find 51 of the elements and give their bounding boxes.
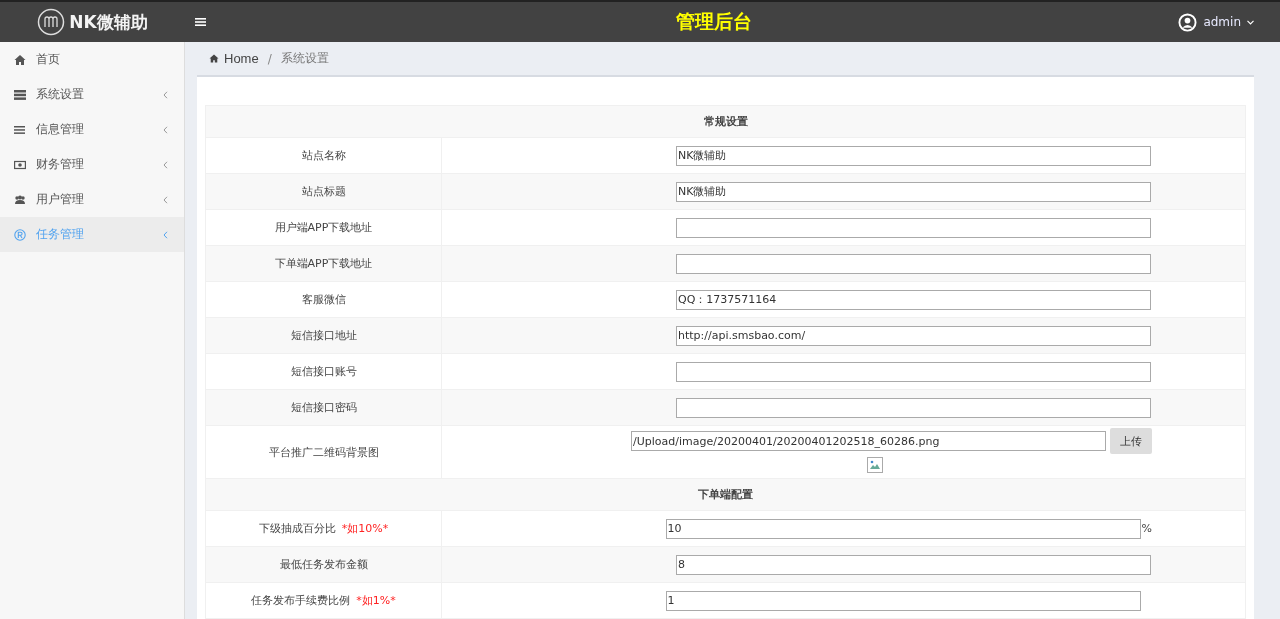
unit-text: % <box>1141 522 1152 535</box>
field-label: 短信接口地址 <box>205 317 442 354</box>
percent-input[interactable]: 1 <box>665 590 1141 611</box>
user-menu[interactable]: admin <box>1203 15 1241 29</box>
breadcrumb-link[interactable]: Home <box>224 51 259 66</box>
logo-text: NK微辅助 <box>69 10 148 34</box>
section-heading: 常规设置 <box>205 105 1246 138</box>
text-input[interactable] <box>676 253 1151 274</box>
hint-text: *如1%* <box>356 594 396 607</box>
home-icon <box>209 54 219 63</box>
field-label: 下级抽成百分比 *如10%* <box>205 510 442 547</box>
percent-input[interactable]: 10 <box>665 518 1141 539</box>
list-icon <box>14 123 26 136</box>
upload-button[interactable]: 上传 <box>1110 428 1152 454</box>
text-input[interactable]: QQ：1737571164 <box>676 289 1151 310</box>
text-input[interactable] <box>676 361 1151 382</box>
section-heading: 下单端配置 <box>205 478 1246 511</box>
users-icon <box>14 193 26 206</box>
sidebar-item[interactable]: 首页 <box>0 42 184 77</box>
field-label: 站点标题 <box>205 173 442 210</box>
text-input[interactable]: 8 <box>676 554 1151 575</box>
sidebar-item[interactable]: 用户管理 <box>0 182 184 217</box>
home-icon <box>14 53 26 66</box>
broken-image-icon <box>866 457 883 473</box>
field-label: 任务发布手续费比例 *如1%* <box>205 582 442 619</box>
hint-text: *如10%* <box>341 522 389 535</box>
field-label: 短信接口账号 <box>205 353 442 390</box>
sidebar-item[interactable]: 信息管理 <box>0 112 184 147</box>
logo-icon <box>37 8 66 36</box>
file-path-input[interactable]: /Upload/image/20200401/20200401202518_60286.png <box>631 431 1106 451</box>
field-label: 站点名称 <box>205 137 442 174</box>
text-input[interactable] <box>676 217 1151 238</box>
text-input[interactable] <box>676 397 1151 418</box>
user-avatar-icon[interactable] <box>1178 12 1198 32</box>
field-label: 客服微信 <box>205 281 442 318</box>
text-input[interactable]: NK微辅助 <box>676 145 1151 166</box>
field-label: 平台推广二维码背景图 <box>205 425 442 479</box>
field-label: 短信接口密码 <box>205 389 442 426</box>
money-icon <box>14 158 26 171</box>
sidebar-item[interactable]: 系统设置 <box>0 77 184 112</box>
registered-icon <box>14 228 26 241</box>
caret-icon <box>1247 19 1254 25</box>
field-label: 最低任务发布金额 <box>205 546 442 583</box>
server-icon <box>14 88 26 101</box>
text-input[interactable]: http://api.smsbao.com/ <box>676 325 1151 346</box>
sidebar-item[interactable]: 财务管理 <box>0 147 184 182</box>
page-title: 管理后台 <box>675 9 754 34</box>
text-input[interactable]: NK微辅助 <box>676 181 1151 202</box>
field-label: 下单端APP下载地址 <box>205 245 442 282</box>
breadcrumb-separator: / <box>267 51 272 66</box>
field-label: 用户端APP下载地址 <box>205 209 442 246</box>
